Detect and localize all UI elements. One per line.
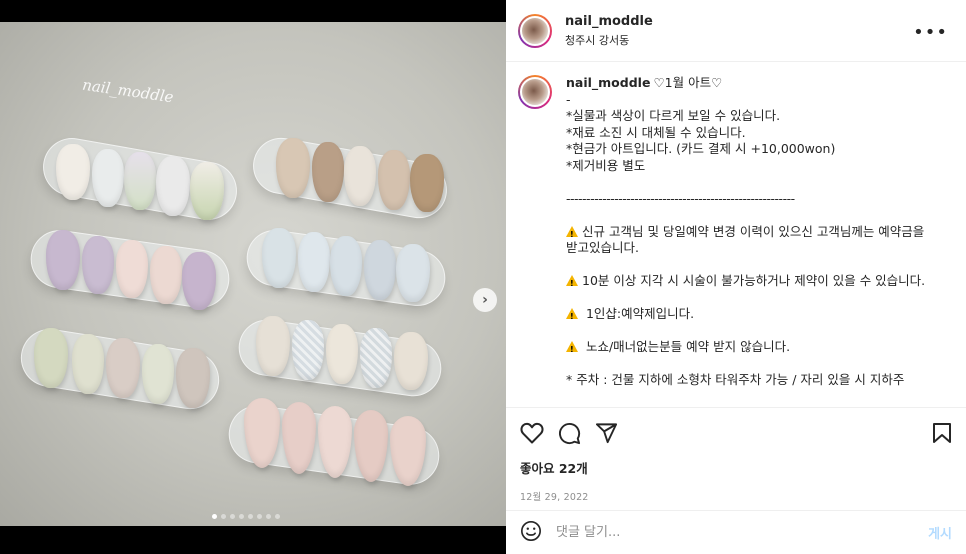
caption: nail_moddle ♡1월 아트♡ - *실물과 색상이 다르게 보일 수 있…	[518, 75, 954, 389]
post-comment-button[interactable]: 게시	[928, 523, 952, 542]
nail-tip	[182, 252, 216, 310]
caption-scroll-area[interactable]: nail_moddle ♡1월 아트♡ - *실물과 색상이 다르게 보일 수 있…	[506, 63, 966, 406]
nail-tip	[142, 344, 174, 404]
warning-icon	[566, 275, 578, 293]
carousel-dot	[230, 514, 235, 519]
notice-line: 1인샵:예약제입니다.	[566, 306, 936, 326]
nail-tip	[364, 240, 396, 300]
caption-line: *제거비용 별도	[566, 157, 646, 173]
caption-line: ♡1월 아트♡	[653, 75, 723, 90]
header-username[interactable]: nail_moddle	[565, 14, 653, 29]
nail-tip	[292, 320, 324, 380]
caption-divider: ----------------------------------------…	[566, 190, 795, 206]
nail-tip	[262, 228, 296, 288]
caption-avatar[interactable]	[518, 75, 552, 109]
nail-tip	[116, 240, 148, 298]
post-media: nail_moddle ›	[0, 0, 506, 554]
heart-icon[interactable]	[520, 422, 544, 444]
nail-tip	[298, 232, 330, 292]
nail-tip	[276, 138, 310, 198]
comment-bar: 게시	[506, 510, 966, 554]
notice-line: 노쇼/매너없는분들 예약 받지 않습니다.	[566, 339, 936, 359]
nail-tip	[410, 154, 444, 212]
nail-tip	[46, 230, 80, 290]
avatar-image	[520, 15, 550, 46]
nail-tip	[396, 244, 430, 302]
carousel-dot	[212, 514, 217, 519]
avatar[interactable]	[518, 13, 552, 48]
caption-line: -	[566, 91, 571, 107]
comment-input[interactable]	[556, 525, 929, 540]
next-slide-button[interactable]: ›	[473, 288, 497, 312]
post-panel: nail_moddle 청주시 강서동 ••• nail_moddle ♡1월 아…	[506, 0, 966, 554]
nail-tip	[344, 146, 376, 206]
warning-icon	[566, 308, 578, 326]
post-header: nail_moddle 청주시 강서동 •••	[506, 0, 966, 62]
nail-tip	[394, 332, 428, 390]
nail-tip	[56, 144, 90, 200]
nail-tip	[378, 150, 410, 210]
carousel-dot	[266, 514, 271, 519]
nail-tip	[176, 348, 210, 408]
more-horizontal-icon[interactable]: •••	[913, 22, 948, 43]
bookmark-icon[interactable]	[932, 422, 952, 444]
post-actions: 좋아요 22개 12월 29, 2022	[506, 407, 966, 503]
nail-tip	[326, 324, 358, 384]
caption-text: nail_moddle ♡1월 아트♡ - *실물과 색상이 다르게 보일 수 있…	[566, 75, 936, 389]
caption-line: *재료 소진 시 대체될 수 있습니다.	[566, 124, 746, 140]
post-date: 12월 29, 2022	[520, 492, 589, 503]
nail-tip	[190, 162, 224, 220]
nail-tip	[124, 152, 156, 210]
nail-tip	[82, 236, 114, 294]
nail-tip	[330, 236, 362, 296]
nail-tip	[106, 338, 140, 398]
caption-line: *현금가 아트입니다. (카드 결제 시 +10,000won)	[566, 141, 836, 156]
caption-line	[566, 174, 936, 191]
carousel-dot	[221, 514, 226, 519]
photo-watermark: nail_moddle	[81, 75, 175, 107]
notice-line: 신규 고객님 및 당일예약 변경 이력이 있으신 고객님께는 예약금을 받고있습…	[566, 224, 936, 257]
carousel-indicator	[212, 514, 280, 519]
caption-footer: * 주차 : 건물 지하에 소형차 타워주차 가능 / 자리 있을 시 지하주	[566, 372, 905, 387]
nail-tip	[156, 156, 190, 216]
notice-line: 10분 이상 지각 시 시술이 불가능하거나 제약이 있을 수 있습니다.	[566, 273, 936, 293]
warning-icon	[566, 341, 578, 359]
carousel-dot	[275, 514, 280, 519]
caption-line: *실물과 색상이 다르게 보일 수 있습니다.	[566, 108, 781, 123]
header-location[interactable]: 청주시 강서동	[565, 32, 653, 48]
carousel-dot	[257, 514, 262, 519]
emoji-icon[interactable]	[520, 520, 542, 546]
carousel-dot	[248, 514, 253, 519]
nail-tip	[256, 316, 290, 376]
nail-tip	[360, 328, 392, 388]
post-photo[interactable]: nail_moddle ›	[0, 22, 506, 526]
nail-tip	[312, 142, 344, 202]
nail-tip	[34, 328, 68, 388]
caption-username[interactable]: nail_moddle	[566, 75, 650, 90]
avatar-image	[520, 77, 550, 107]
like-count[interactable]: 좋아요 22개	[520, 458, 952, 477]
comment-icon[interactable]	[558, 422, 581, 445]
nail-tip	[150, 246, 182, 304]
share-icon[interactable]	[595, 422, 618, 444]
carousel-dot	[239, 514, 244, 519]
nail-tip	[72, 334, 104, 394]
warning-icon	[566, 225, 578, 243]
nail-tip	[92, 149, 124, 207]
